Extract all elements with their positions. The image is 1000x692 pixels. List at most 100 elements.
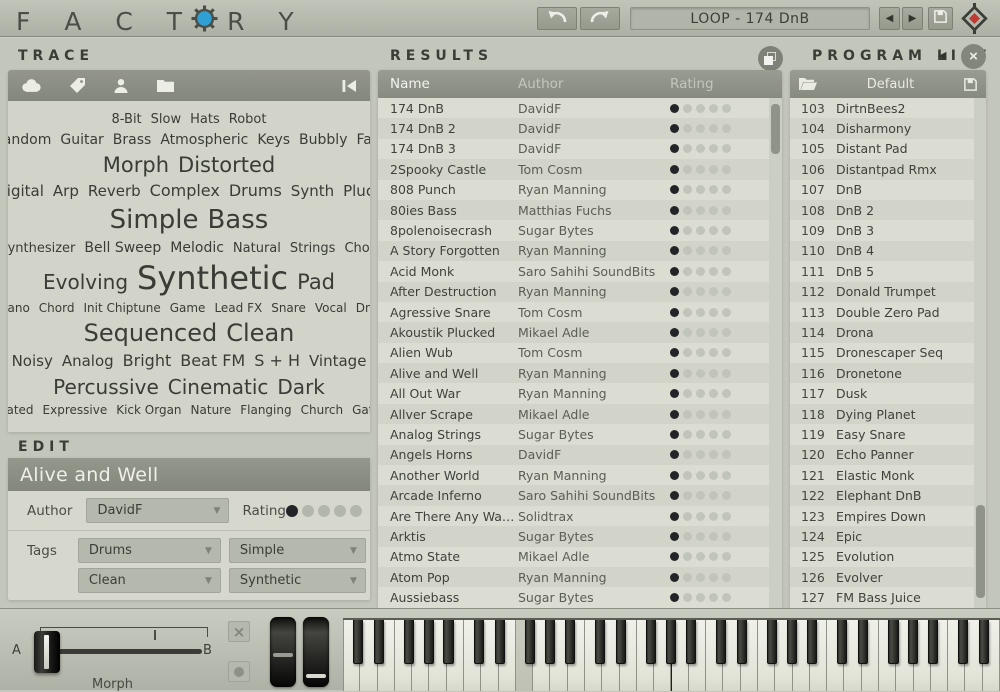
rating-dot[interactable]	[722, 532, 731, 541]
rating-dot[interactable]	[709, 185, 718, 194]
rating-dot[interactable]	[696, 328, 705, 337]
black-key[interactable]	[525, 620, 536, 664]
tag-bell-sweep[interactable]: Bell Sweep	[84, 241, 161, 255]
rating-dot[interactable]	[696, 287, 705, 296]
tag-clean[interactable]: Clean	[226, 321, 294, 345]
result-row[interactable]: 2Spooky CastleTom Cosm	[378, 159, 782, 179]
copy-results-button[interactable]	[758, 46, 783, 71]
rating-dot[interactable]	[683, 348, 692, 357]
program-list-item[interactable]: 114Drona	[790, 322, 986, 342]
tag-drums[interactable]: Drums	[229, 183, 282, 199]
rating-dot[interactable]	[670, 450, 679, 459]
rating-dot[interactable]	[683, 144, 692, 153]
rating-dot[interactable]	[670, 144, 679, 153]
rating-dot[interactable]	[683, 185, 692, 194]
tag-brass[interactable]: Brass	[113, 133, 152, 147]
black-key[interactable]	[374, 620, 385, 664]
rating-dot[interactable]	[683, 124, 692, 133]
tag-cloud-icon[interactable]	[20, 78, 42, 93]
rating-dot[interactable]	[722, 206, 731, 215]
tag-dropdown-2[interactable]: Simple ▼	[229, 538, 366, 563]
tag-snare[interactable]: Snare	[271, 302, 306, 314]
rating-dot[interactable]	[722, 226, 731, 235]
rating-dot[interactable]	[722, 308, 731, 317]
tag-church[interactable]: Church	[301, 404, 343, 416]
tag-piano[interactable]: Piano	[8, 302, 30, 314]
tag-keys[interactable]: Keys	[257, 133, 290, 147]
tag-sequenced[interactable]: Sequenced	[84, 321, 218, 345]
rating-dot[interactable]	[670, 185, 679, 194]
rating-dot[interactable]	[709, 389, 718, 398]
result-row[interactable]: ArktisSugar Bytes	[378, 526, 782, 546]
rating-dot[interactable]	[722, 267, 731, 276]
rating-dot[interactable]	[709, 308, 718, 317]
rating-dot[interactable]	[722, 430, 731, 439]
rating-dot[interactable]	[709, 573, 718, 582]
rating-dot[interactable]	[683, 593, 692, 602]
result-row[interactable]: After DestructionRyan Manning	[378, 282, 782, 302]
rating-dot[interactable]	[709, 430, 718, 439]
rating-dot[interactable]	[683, 410, 692, 419]
rating-dot[interactable]	[683, 246, 692, 255]
author-dropdown[interactable]: DavidF ▼	[86, 498, 229, 523]
rating-dot[interactable]	[670, 165, 679, 174]
result-row[interactable]: Arcade InfernoSaro Sahihi SoundBits	[378, 485, 782, 505]
result-row[interactable]: 174 DnB 2DavidF	[378, 118, 782, 138]
rating-dot[interactable]	[696, 185, 705, 194]
black-key[interactable]	[858, 620, 869, 664]
program-list-item[interactable]: 124Epic	[790, 526, 986, 546]
tag-reverb[interactable]: Reverb	[88, 184, 141, 199]
rating-dot[interactable]	[670, 491, 679, 500]
rating-dot[interactable]	[670, 328, 679, 337]
rating-dot[interactable]	[683, 532, 692, 541]
tag-dropdown-4[interactable]: Synthetic ▼	[229, 568, 366, 593]
program-list-item[interactable]: 104Disharmony	[790, 118, 986, 138]
result-row[interactable]: Angels HornsDavidF	[378, 445, 782, 465]
tag-random[interactable]: Random	[8, 133, 51, 147]
rating-dot[interactable]	[670, 308, 679, 317]
rating-dot[interactable]	[683, 104, 692, 113]
rating-dot[interactable]	[670, 369, 679, 378]
rating-dot[interactable]	[709, 532, 718, 541]
program-list-item[interactable]: 107DnB	[790, 180, 986, 200]
tag-pluck[interactable]: Pluck	[343, 184, 370, 199]
tag-init-chiptune[interactable]: Init Chiptune	[83, 302, 160, 314]
tag-robot[interactable]: Robot	[229, 113, 267, 126]
prev-preset-button[interactable]: ◀	[879, 7, 900, 30]
rating-dot[interactable]	[696, 144, 705, 153]
tag-bass[interactable]: Bass	[207, 207, 268, 233]
rating-dot[interactable]	[709, 246, 718, 255]
program-list-collapse-icon[interactable]: ◀	[938, 49, 946, 62]
tag-evolving[interactable]: Evolving	[43, 272, 128, 292]
program-list-item[interactable]: 118Dying Planet	[790, 404, 986, 424]
black-key[interactable]	[666, 620, 677, 664]
result-row[interactable]: Atmo StateMikael Adle	[378, 547, 782, 567]
tag-slow[interactable]: Slow	[151, 113, 181, 126]
rating-dot[interactable]	[683, 491, 692, 500]
rating-dot[interactable]	[696, 512, 705, 521]
result-row[interactable]: Agressive SnareTom Cosm	[378, 302, 782, 322]
rating-dot[interactable]	[683, 450, 692, 459]
rating-dot[interactable]	[696, 226, 705, 235]
preset-display[interactable]: LOOP - 174 DnB	[630, 7, 870, 30]
results-scrollbar[interactable]	[769, 98, 782, 608]
rating-dot[interactable]	[670, 573, 679, 582]
bank-folder-icon[interactable]	[798, 76, 818, 92]
rating-dot[interactable]	[722, 512, 731, 521]
rating-dot[interactable]	[709, 165, 718, 174]
tag-flanging[interactable]: Flanging	[240, 404, 291, 416]
tag-percussive[interactable]: Percussive	[53, 377, 159, 397]
result-row[interactable]: A Story ForgottenRyan Manning	[378, 241, 782, 261]
rating-dot[interactable]	[670, 206, 679, 215]
tag-fast[interactable]: Fast	[356, 133, 370, 147]
rating-dot[interactable]	[696, 471, 705, 480]
black-key[interactable]	[716, 620, 727, 664]
tag-vocal[interactable]: Vocal	[315, 302, 347, 314]
program-list-item[interactable]: 112Donald Trumpet	[790, 282, 986, 302]
rating-dot[interactable]	[683, 308, 692, 317]
rating-dot[interactable]	[722, 165, 731, 174]
rating-dot[interactable]	[709, 471, 718, 480]
column-header-author[interactable]: Author	[518, 76, 658, 92]
result-row[interactable]: Analog StringsSugar Bytes	[378, 424, 782, 444]
rating-dot[interactable]	[670, 512, 679, 521]
